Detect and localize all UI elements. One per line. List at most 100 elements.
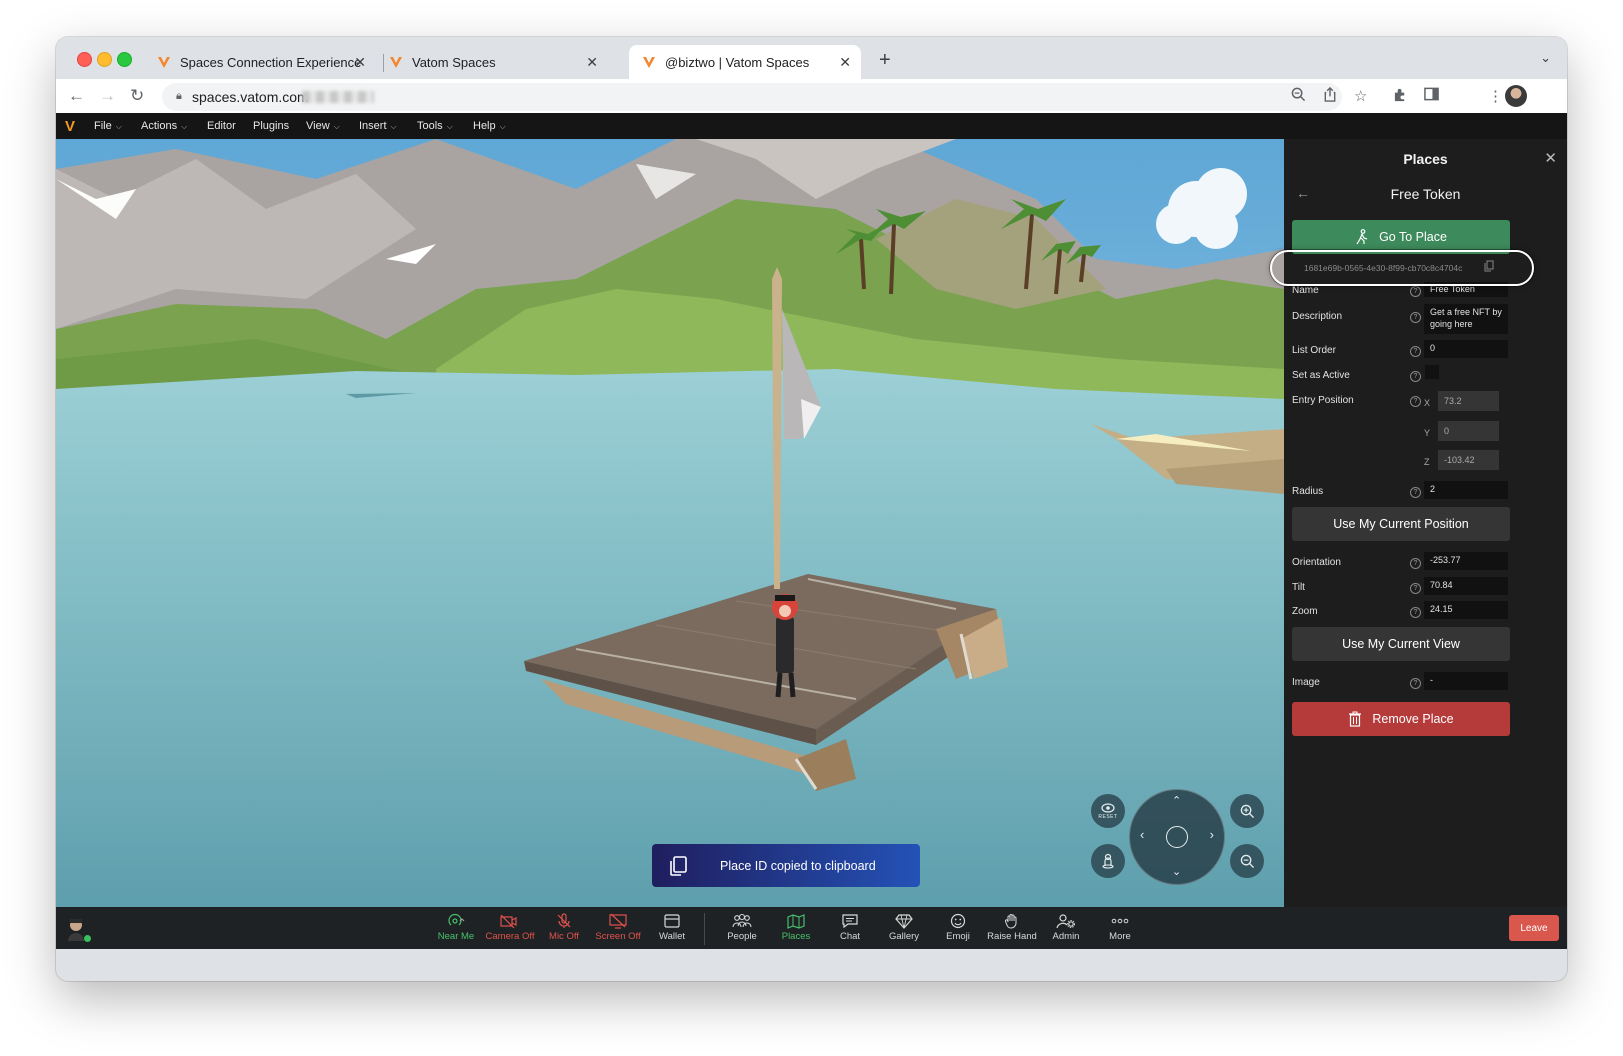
new-tab-button[interactable]: +	[879, 49, 891, 72]
radius-input[interactable]: 2	[1424, 481, 1508, 499]
orientation-input[interactable]: -253.77	[1424, 552, 1508, 570]
chevron-down-icon: ⌵	[390, 122, 397, 131]
chevron-down-icon: ⌵	[115, 122, 122, 131]
close-icon[interactable]: ✕	[1544, 149, 1557, 167]
tilt-input[interactable]: 70.84	[1424, 577, 1508, 595]
places-button[interactable]: Places	[766, 912, 826, 942]
raise-hand-button[interactable]: Raise Hand	[982, 912, 1042, 942]
admin-button[interactable]: Admin	[1036, 912, 1096, 942]
help-icon[interactable]: ?	[1410, 371, 1421, 382]
trash-icon	[1348, 711, 1362, 727]
help-icon[interactable]: ?	[1410, 583, 1421, 594]
extensions-icon[interactable]	[1393, 87, 1408, 106]
mic-off-button[interactable]: Mic Off	[534, 912, 594, 942]
menu-help[interactable]: Help ⌵	[473, 120, 506, 132]
url-text: spaces.vatom.com	[192, 89, 309, 105]
set-active-checkbox[interactable]	[1425, 365, 1439, 379]
help-icon[interactable]: ?	[1410, 607, 1421, 618]
name-label: Name	[1292, 285, 1319, 296]
back-arrow-icon[interactable]: ←	[68, 86, 85, 106]
entry-y-input[interactable]: 0	[1438, 421, 1499, 441]
movement-joystick[interactable]: ⌃ ⌄ ‹ ›	[1129, 789, 1225, 885]
3d-viewport[interactable]: RESET ⌃ ⌄ ‹ › Place ID copied to clipboa…	[56, 139, 1284, 907]
tilt-label: Tilt	[1292, 582, 1305, 593]
joystick-knob[interactable]	[1166, 826, 1188, 848]
leave-button[interactable]: Leave	[1509, 915, 1559, 941]
help-icon[interactable]: ?	[1410, 678, 1421, 689]
menu-insert[interactable]: Insert ⌵	[359, 120, 397, 132]
reload-icon[interactable]: ↻	[130, 86, 144, 106]
list-order-input[interactable]: 0	[1424, 340, 1508, 358]
browser-tab-2[interactable]: Vatom Spaces ✕	[388, 45, 608, 79]
menu-plugins[interactable]: Plugins	[253, 120, 289, 132]
tab-title: Vatom Spaces	[412, 54, 496, 70]
go-to-place-button[interactable]: Go To Place	[1292, 220, 1510, 254]
close-tab-icon[interactable]: ✕	[354, 54, 366, 71]
chat-button[interactable]: Chat	[820, 912, 880, 942]
wallet-button[interactable]: Wallet	[642, 912, 702, 942]
image-label: Image	[1292, 677, 1320, 688]
screen-off-button[interactable]: Screen Off	[588, 912, 648, 942]
forward-arrow-icon[interactable]: →	[99, 86, 116, 106]
chevron-down-icon: ⌵	[181, 122, 188, 131]
help-icon[interactable]: ?	[1410, 286, 1421, 297]
address-bar[interactable]: 🔒︎ spaces.vatom.com	[162, 83, 1342, 111]
wallet-icon	[642, 912, 702, 930]
menu-label: File	[94, 120, 112, 132]
menu-tools[interactable]: Tools ⌵	[417, 120, 453, 132]
close-tab-icon[interactable]: ✕	[586, 54, 598, 71]
people-button[interactable]: People	[712, 912, 772, 942]
chevron-right-icon[interactable]: ›	[1210, 827, 1214, 842]
app-menubar: V File ⌵ Actions ⌵ Editor Plugins View ⌵ In…	[56, 113, 1567, 139]
vatom-logo-icon[interactable]: V	[65, 118, 75, 135]
browser-tab-3-active[interactable]: @biztwo | Vatom Spaces ✕	[629, 45, 861, 79]
close-tab-icon[interactable]: ✕	[839, 54, 851, 71]
zoom-in-button[interactable]	[1230, 794, 1264, 828]
zoom-out-button[interactable]	[1230, 844, 1264, 878]
remove-place-button[interactable]: Remove Place	[1292, 702, 1510, 736]
bookmark-star-icon[interactable]: ☆	[1354, 87, 1367, 105]
zoom-out-icon[interactable]	[1291, 87, 1306, 106]
browser-tab-1[interactable]: Spaces Connection Experience ✕	[156, 45, 376, 79]
image-input[interactable]: -	[1424, 672, 1508, 690]
use-current-position-button[interactable]: Use My Current Position	[1292, 507, 1510, 541]
avatar-view-button[interactable]	[1091, 844, 1125, 878]
menu-view[interactable]: View ⌵	[306, 120, 340, 132]
close-window-button[interactable]	[77, 52, 92, 67]
chevron-left-icon[interactable]: ‹	[1140, 827, 1144, 842]
more-button[interactable]: More	[1090, 912, 1150, 942]
menu-actions[interactable]: Actions ⌵	[141, 120, 187, 132]
use-current-view-button[interactable]: Use My Current View	[1292, 627, 1510, 661]
share-icon[interactable]	[1323, 86, 1337, 106]
help-icon[interactable]: ?	[1410, 558, 1421, 569]
emoji-button[interactable]: Emoji	[928, 912, 988, 942]
profile-avatar[interactable]	[1505, 85, 1527, 107]
menu-label: Plugins	[253, 120, 290, 132]
help-icon[interactable]: ?	[1410, 487, 1421, 498]
camera-off-button[interactable]: Camera Off	[480, 912, 540, 942]
menu-editor[interactable]: Editor	[207, 120, 236, 132]
maximize-window-button[interactable]	[117, 52, 132, 67]
browser-window: Spaces Connection Experience ✕ Vatom Spa…	[56, 37, 1567, 981]
lock-icon: 🔒︎	[176, 90, 182, 102]
emoji-label: Emoji	[946, 931, 970, 942]
entry-x-input[interactable]: 73.2	[1438, 391, 1499, 411]
help-icon[interactable]: ?	[1410, 312, 1421, 323]
help-icon[interactable]: ?	[1410, 396, 1421, 407]
tab-search-icon[interactable]: ⌄	[1540, 50, 1551, 66]
side-panel-icon[interactable]	[1424, 87, 1439, 105]
menu-file[interactable]: File ⌵	[94, 120, 122, 132]
help-icon[interactable]: ?	[1410, 346, 1421, 357]
description-input[interactable]: Get a free NFT by going here	[1424, 304, 1508, 334]
reset-view-button[interactable]: RESET	[1091, 794, 1125, 828]
chevron-up-icon[interactable]: ⌃	[1172, 794, 1181, 807]
entry-z-input[interactable]: -103.42	[1438, 450, 1499, 470]
minimize-window-button[interactable]	[97, 52, 112, 67]
browser-menu-icon[interactable]: ⋮	[1488, 87, 1503, 105]
gallery-button[interactable]: Gallery	[874, 912, 934, 942]
more-label: More	[1109, 931, 1131, 942]
zoom-input[interactable]: 24.15	[1424, 601, 1508, 619]
chevron-down-icon[interactable]: ⌄	[1172, 865, 1181, 878]
near-me-button[interactable]: Near Me	[426, 912, 486, 942]
scene-canvas[interactable]	[56, 139, 1284, 907]
